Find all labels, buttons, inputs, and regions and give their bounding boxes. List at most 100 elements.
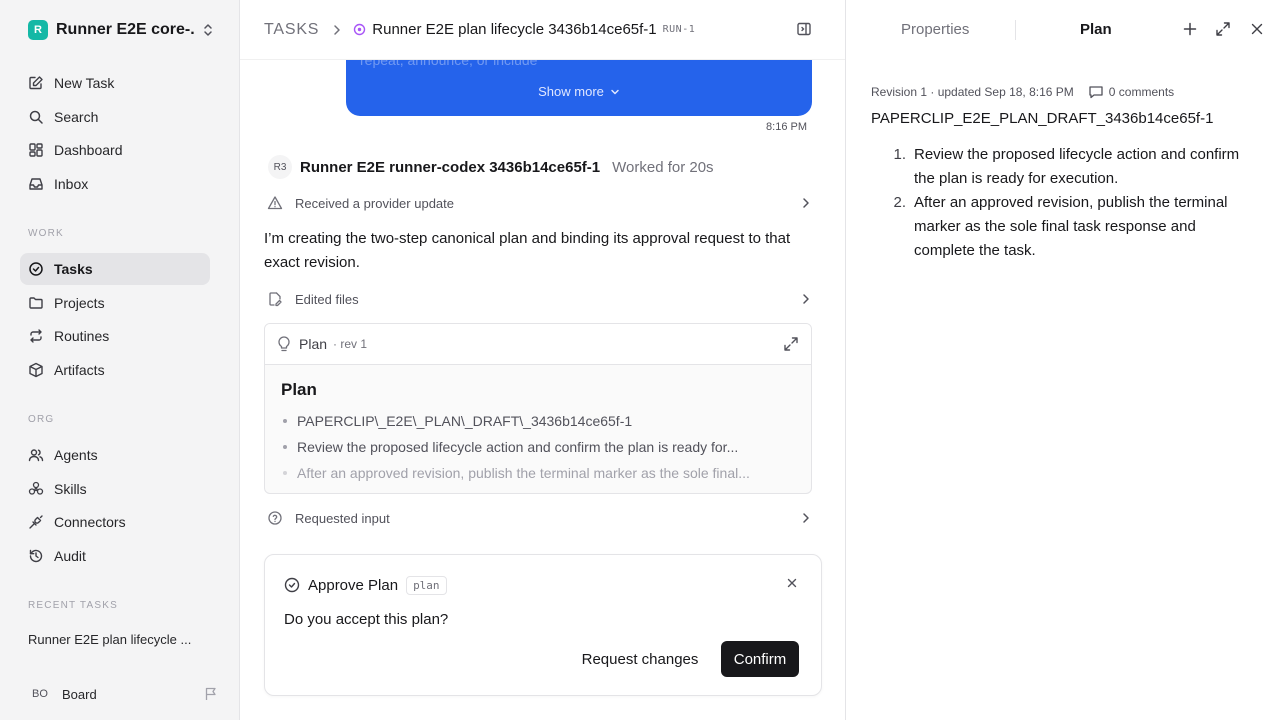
nav-routines[interactable]: Routines [20,320,210,352]
plan-bullet-list: PAPERCLIP\_E2E\_PLAN\_DRAFT\_3436b14ce65… [281,408,801,486]
chevron-right-icon [334,24,341,35]
expand-icon[interactable] [1215,21,1231,37]
history-icon [27,547,45,565]
plan-step: 1. Review the proposed lifecycle action … [871,143,1251,191]
box-icon [27,361,45,379]
sidebar: R Runner E2E core-... New Task Search Da… [0,0,240,720]
plan-step-text: After an approved revision, publish the … [914,194,1228,259]
chevron-right-icon [803,294,809,304]
request-changes-button[interactable]: Request changes [575,641,705,677]
section-label-recent: RECENT TASKS [28,600,118,611]
agent-worked-duration: Worked for 20s [612,158,714,176]
bullet-dot [283,445,287,449]
nav-label: Connectors [54,514,126,530]
warning-icon [267,196,283,210]
plan-bullet-text: PAPERCLIP\_E2E\_PLAN\_DRAFT\_3436b14ce65… [297,413,633,429]
plan-bullet: After an approved revision, publish the … [281,460,801,486]
agent-avatar: R3 [268,155,292,179]
agent-header: R3 Runner E2E runner-codex 3436b14ce65f-… [268,155,714,179]
nav-audit[interactable]: Audit [20,540,210,572]
approval-card: Approve Plan plan Do you accept this pla… [264,554,822,696]
comment-icon [1089,86,1103,99]
event-edited-files[interactable]: Edited files [264,287,812,311]
revision-info-row: Revision 1 · updated Sep 18, 8:16 PM 0 c… [871,83,1174,101]
nav-label: Routines [54,328,110,344]
approval-header: Approve Plan plan [284,575,447,595]
nav-new-task[interactable]: New Task [20,67,210,99]
task-main: repeat, announce, or include Show more T… [240,0,846,720]
nav-projects[interactable]: Projects [20,287,210,319]
skills-icon [27,480,45,498]
search-icon [27,108,45,126]
status-circle-icon [354,23,366,36]
plan-card-header: Plan · rev 1 [265,324,811,365]
nav-tasks[interactable]: Tasks [20,253,210,285]
show-more-button[interactable]: Show more [346,84,812,99]
workspace-name: Runner E2E core-... [56,21,194,38]
nav-label: Skills [54,481,87,497]
message-timestamp: 8:16 PM [766,121,807,133]
check-circle-icon [284,577,300,593]
nav-connectors[interactable]: Connectors [20,506,210,538]
nav-search[interactable]: Search [20,101,210,133]
show-more-label: Show more [538,84,604,99]
chevron-right-icon [803,513,809,523]
event-provider-update[interactable]: Received a provider update [264,191,812,215]
comments-count: 0 comments [1108,85,1175,99]
nav-label: Search [54,109,99,125]
approval-tag: plan [406,575,447,595]
nav-skills[interactable]: Skills [20,473,210,505]
comments-link[interactable]: 0 comments [1088,84,1174,100]
plan-draft-title: PAPERCLIP_E2E_PLAN_DRAFT_3436b14ce65f-1 [871,110,1214,127]
plug-icon [27,513,45,531]
edit-icon [27,74,45,92]
nav-agents[interactable]: Agents [20,439,210,471]
approval-title: Approve Plan [308,576,399,594]
board-switcher[interactable]: BO Board [20,680,220,708]
folder-icon [27,294,45,312]
breadcrumb-tasks[interactable]: TASKS [264,21,319,39]
task-title: Runner E2E plan lifecycle 3436b14ce65f-1 [372,21,657,38]
bullet-dot [283,471,287,475]
help-circle-icon [268,511,282,525]
plan-steps-list: 1. Review the proposed lifecycle action … [871,143,1251,263]
users-icon [27,446,45,464]
nav-inbox[interactable]: Inbox [20,168,210,200]
agent-message-text: I’m creating the two-step canonical plan… [264,230,791,271]
plan-bullet-text: After an approved revision, publish the … [297,465,750,481]
chevron-down-icon [611,89,619,94]
right-panel-tabs: Properties Plan [847,0,1280,60]
file-edit-icon [269,292,282,307]
right-panel: Properties Plan Revision 1 · updated Sep… [847,0,1280,720]
expand-icon[interactable] [783,336,799,352]
tab-properties[interactable]: Properties [901,21,969,38]
nav-label: Artifacts [54,362,105,378]
sidebar-toggle-icon[interactable] [796,21,812,37]
flag-icon[interactable] [204,687,218,701]
close-icon[interactable] [787,578,797,588]
board-label: Board [62,686,97,702]
avatar: BO [32,688,48,700]
nav-dashboard[interactable]: Dashboard [20,134,210,166]
nav-label: Agents [54,447,98,463]
workspace-switcher[interactable]: R Runner E2E core-... [20,14,220,46]
nav-label: Tasks [54,261,93,277]
event-requested-input[interactable]: Requested input [264,506,812,530]
plan-bullet: PAPERCLIP\_E2E\_PLAN\_DRAFT\_3436b14ce65… [281,408,801,434]
nav-label: New Task [54,75,115,91]
event-label: Received a provider update [295,195,454,211]
plan-card: Plan · rev 1 Plan PAPERCLIP\_E2E\_PLAN\_… [264,323,812,494]
chevron-updown-icon [204,24,212,36]
plus-icon[interactable] [1183,21,1197,37]
plan-bullet: Review the proposed lifecycle action and… [281,434,801,460]
nav-label: Inbox [54,176,89,192]
nav-artifacts[interactable]: Artifacts [20,354,210,386]
close-icon[interactable] [1251,23,1263,35]
confirm-button[interactable]: Confirm [721,641,799,677]
recent-task-item[interactable]: Runner E2E plan lifecycle ... [28,632,208,647]
tab-plan[interactable]: Plan [1080,21,1112,38]
dashboard-icon [27,141,45,159]
bullet-dot [283,419,287,423]
plan-bullet-text: Review the proposed lifecycle action and… [297,439,739,455]
nav-label: Audit [54,548,86,564]
